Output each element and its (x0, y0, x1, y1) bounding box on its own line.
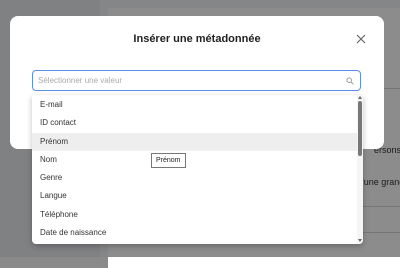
dropdown-scrollbar[interactable] (357, 95, 363, 244)
search-icon (346, 77, 354, 85)
close-icon (356, 34, 366, 44)
option-language[interactable]: Langue (32, 187, 357, 205)
value-dropdown-list: E-mail ID contact Prénom Nom Genre Langu… (32, 95, 363, 244)
scrollbar-thumb[interactable] (358, 101, 362, 156)
option-first-name[interactable]: Prénom (32, 133, 357, 151)
value-search-input[interactable] (38, 73, 338, 88)
option-birth-date[interactable]: Date de naissance (32, 224, 357, 242)
dialog-title: Insérer une métadonnée (133, 33, 261, 45)
option-gender[interactable]: Genre (32, 169, 357, 187)
scroll-down-arrow-icon[interactable] (358, 239, 362, 242)
option-contact-id[interactable]: ID contact (32, 114, 357, 132)
close-button[interactable] (354, 32, 368, 46)
option-phone[interactable]: Téléphone (32, 206, 357, 224)
option-last-name[interactable]: Nom (32, 151, 357, 169)
scroll-up-arrow-icon[interactable] (358, 96, 362, 99)
option-email[interactable]: E-mail (32, 96, 357, 114)
option-tooltip: Prénom (151, 153, 186, 168)
value-select[interactable] (32, 70, 361, 91)
